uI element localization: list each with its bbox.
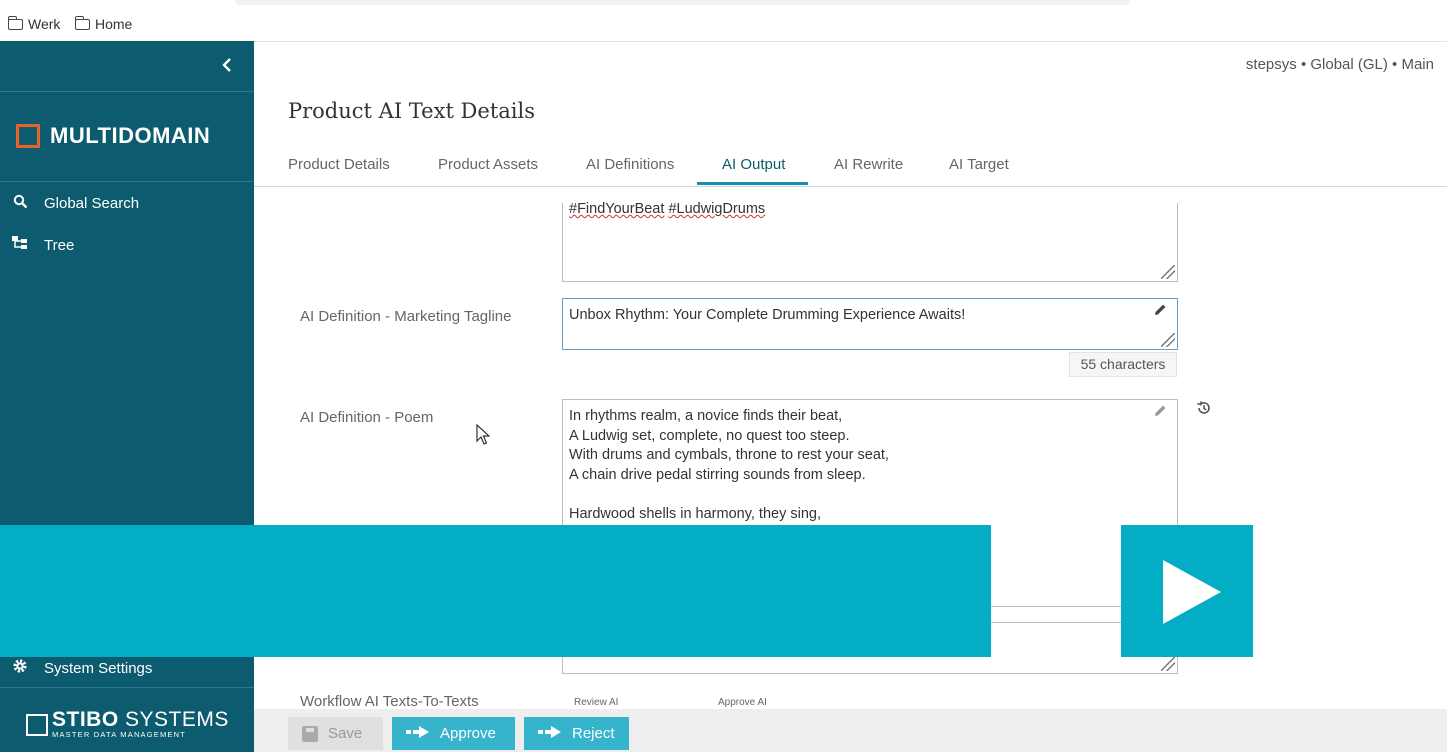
hashtags-value: #FindYourBeat #LudwigDrums xyxy=(569,201,766,217)
tab-bar: Product Details Product Assets AI Defini… xyxy=(254,148,1447,187)
save-button[interactable]: Save xyxy=(288,717,383,750)
bookmark-label: Werk xyxy=(28,16,61,32)
folder-icon xyxy=(74,15,90,30)
resize-handle-icon[interactable] xyxy=(1161,265,1175,279)
tree-icon xyxy=(10,236,30,254)
play-button[interactable] xyxy=(1121,525,1253,657)
arrow-right-icon xyxy=(538,725,562,742)
folder-icon xyxy=(7,15,23,30)
sidebar-divider xyxy=(0,91,254,92)
mouse-cursor-icon xyxy=(476,423,491,451)
poem-value: In rhythms realm, a novice finds their b… xyxy=(569,408,889,522)
logo-tagline: MASTER DATA MANAGEMENT xyxy=(52,730,187,739)
workflow-state-review: Review AI xyxy=(574,697,619,708)
approve-button[interactable]: Approve xyxy=(392,717,515,750)
address-bar-edge xyxy=(235,0,1130,5)
sidebar-item-global-search[interactable]: Global Search xyxy=(10,194,139,213)
arrow-right-icon xyxy=(406,725,430,742)
active-tab-indicator xyxy=(697,182,808,185)
hashtags-textarea[interactable]: #FindYourBeat #LudwigDrums xyxy=(562,201,1178,282)
tab-ai-definitions[interactable]: AI Definitions xyxy=(586,156,674,173)
pencil-icon[interactable] xyxy=(1154,404,1167,420)
history-icon[interactable] xyxy=(1196,400,1212,421)
reject-label: Reject xyxy=(572,725,615,742)
tab-ai-rewrite[interactable]: AI Rewrite xyxy=(834,156,903,173)
pencil-icon[interactable] xyxy=(1154,303,1167,319)
sidebar-item-system-settings[interactable]: System Settings xyxy=(10,658,152,678)
sidebar-item-label: Global Search xyxy=(44,195,140,212)
context-breadcrumb[interactable]: stepsys • Global (GL) • Main xyxy=(1246,56,1434,73)
tab-ai-target[interactable]: AI Target xyxy=(949,156,1009,173)
bookmark-werk[interactable]: Werk xyxy=(7,15,61,32)
sidebar-item-tree[interactable]: Tree xyxy=(10,236,74,254)
sidebar-item-label: System Settings xyxy=(44,659,153,677)
save-icon xyxy=(302,725,318,742)
bookmark-home[interactable]: Home xyxy=(74,15,133,32)
workflow-state-approve: Approve AI xyxy=(718,697,767,708)
play-icon xyxy=(1163,560,1221,624)
video-overlay-banner xyxy=(0,525,991,657)
poem-label: AI Definition - Poem xyxy=(300,409,434,426)
resize-handle-icon[interactable] xyxy=(1161,333,1175,347)
bookmark-label: Home xyxy=(95,16,133,32)
tab-ai-output[interactable]: AI Output xyxy=(722,156,785,173)
tab-product-assets[interactable]: Product Assets xyxy=(438,156,538,173)
reject-button[interactable]: Reject xyxy=(524,717,629,750)
stibo-systems-logo: STIBO SYSTEMS MASTER DATA MANAGEMENT xyxy=(26,708,229,739)
save-label: Save xyxy=(328,725,363,742)
gear-icon xyxy=(10,658,30,678)
chevron-left-icon[interactable] xyxy=(222,56,232,77)
workflow-label: Workflow AI Texts-To-Texts xyxy=(300,693,479,710)
page-title: Product AI Text Details xyxy=(288,99,535,123)
tagline-value: Unbox Rhythm: Your Complete Drumming Exp… xyxy=(569,307,966,323)
tab-product-details[interactable]: Product Details xyxy=(288,156,390,173)
sidebar-item-label: Tree xyxy=(44,236,75,254)
logo-word-bold: STIBO xyxy=(52,708,119,731)
sidebar-divider xyxy=(0,181,254,182)
tagline-textarea[interactable]: Unbox Rhythm: Your Complete Drumming Exp… xyxy=(562,298,1178,350)
tagline-label: AI Definition - Marketing Tagline xyxy=(300,308,512,325)
search-icon xyxy=(10,194,30,213)
brand-logo: MULTIDOMAIN xyxy=(16,123,210,149)
character-counter: 55 characters xyxy=(1069,352,1177,377)
logo-word: SYSTEMS xyxy=(125,708,229,731)
logo-square-icon xyxy=(26,713,48,736)
sidebar-divider xyxy=(0,687,254,688)
bookmarks-bar: Werk Home xyxy=(0,0,1447,42)
action-bar: Save Approve Reject xyxy=(254,709,1447,752)
resize-handle-icon[interactable] xyxy=(1161,657,1175,671)
logo-square-icon xyxy=(16,124,40,148)
approve-label: Approve xyxy=(440,725,496,742)
brand-name: MULTIDOMAIN xyxy=(50,123,211,148)
